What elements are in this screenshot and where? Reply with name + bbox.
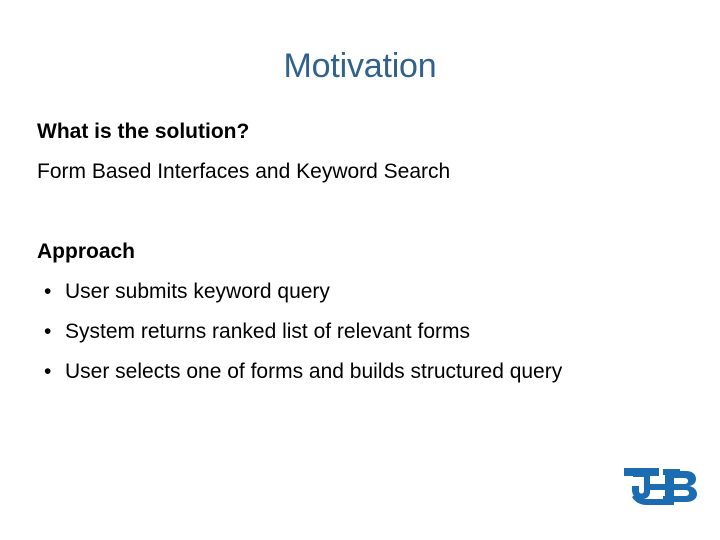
bullet-icon: • [44,320,52,343]
list-item-label: User submits keyword query [65,280,330,303]
bullet-icon: • [44,280,52,303]
ub-logo-icon [622,464,704,512]
approach-bullet-list: • User submits keyword query • System re… [37,272,687,392]
page-title: Motivation [283,47,437,85]
question-heading: What is the solution? [37,120,250,143]
list-item-label: User selects one of forms and builds str… [65,360,563,383]
slide-body: What is the solution? Form Based Interfa… [37,112,687,392]
list-item-label: System returns ranked list of relevant f… [65,320,470,343]
bullet-icon: • [44,360,52,383]
approach-heading: Approach [37,240,136,263]
list-item: • User selects one of forms and builds s… [37,352,687,392]
list-item: • System returns ranked list of relevant… [37,312,687,352]
presentation-slide: Motivation What is the solution? Form Ba… [0,0,720,540]
question-answer: Form Based Interfaces and Keyword Search [37,160,451,183]
list-item: • User submits keyword query [37,272,687,312]
